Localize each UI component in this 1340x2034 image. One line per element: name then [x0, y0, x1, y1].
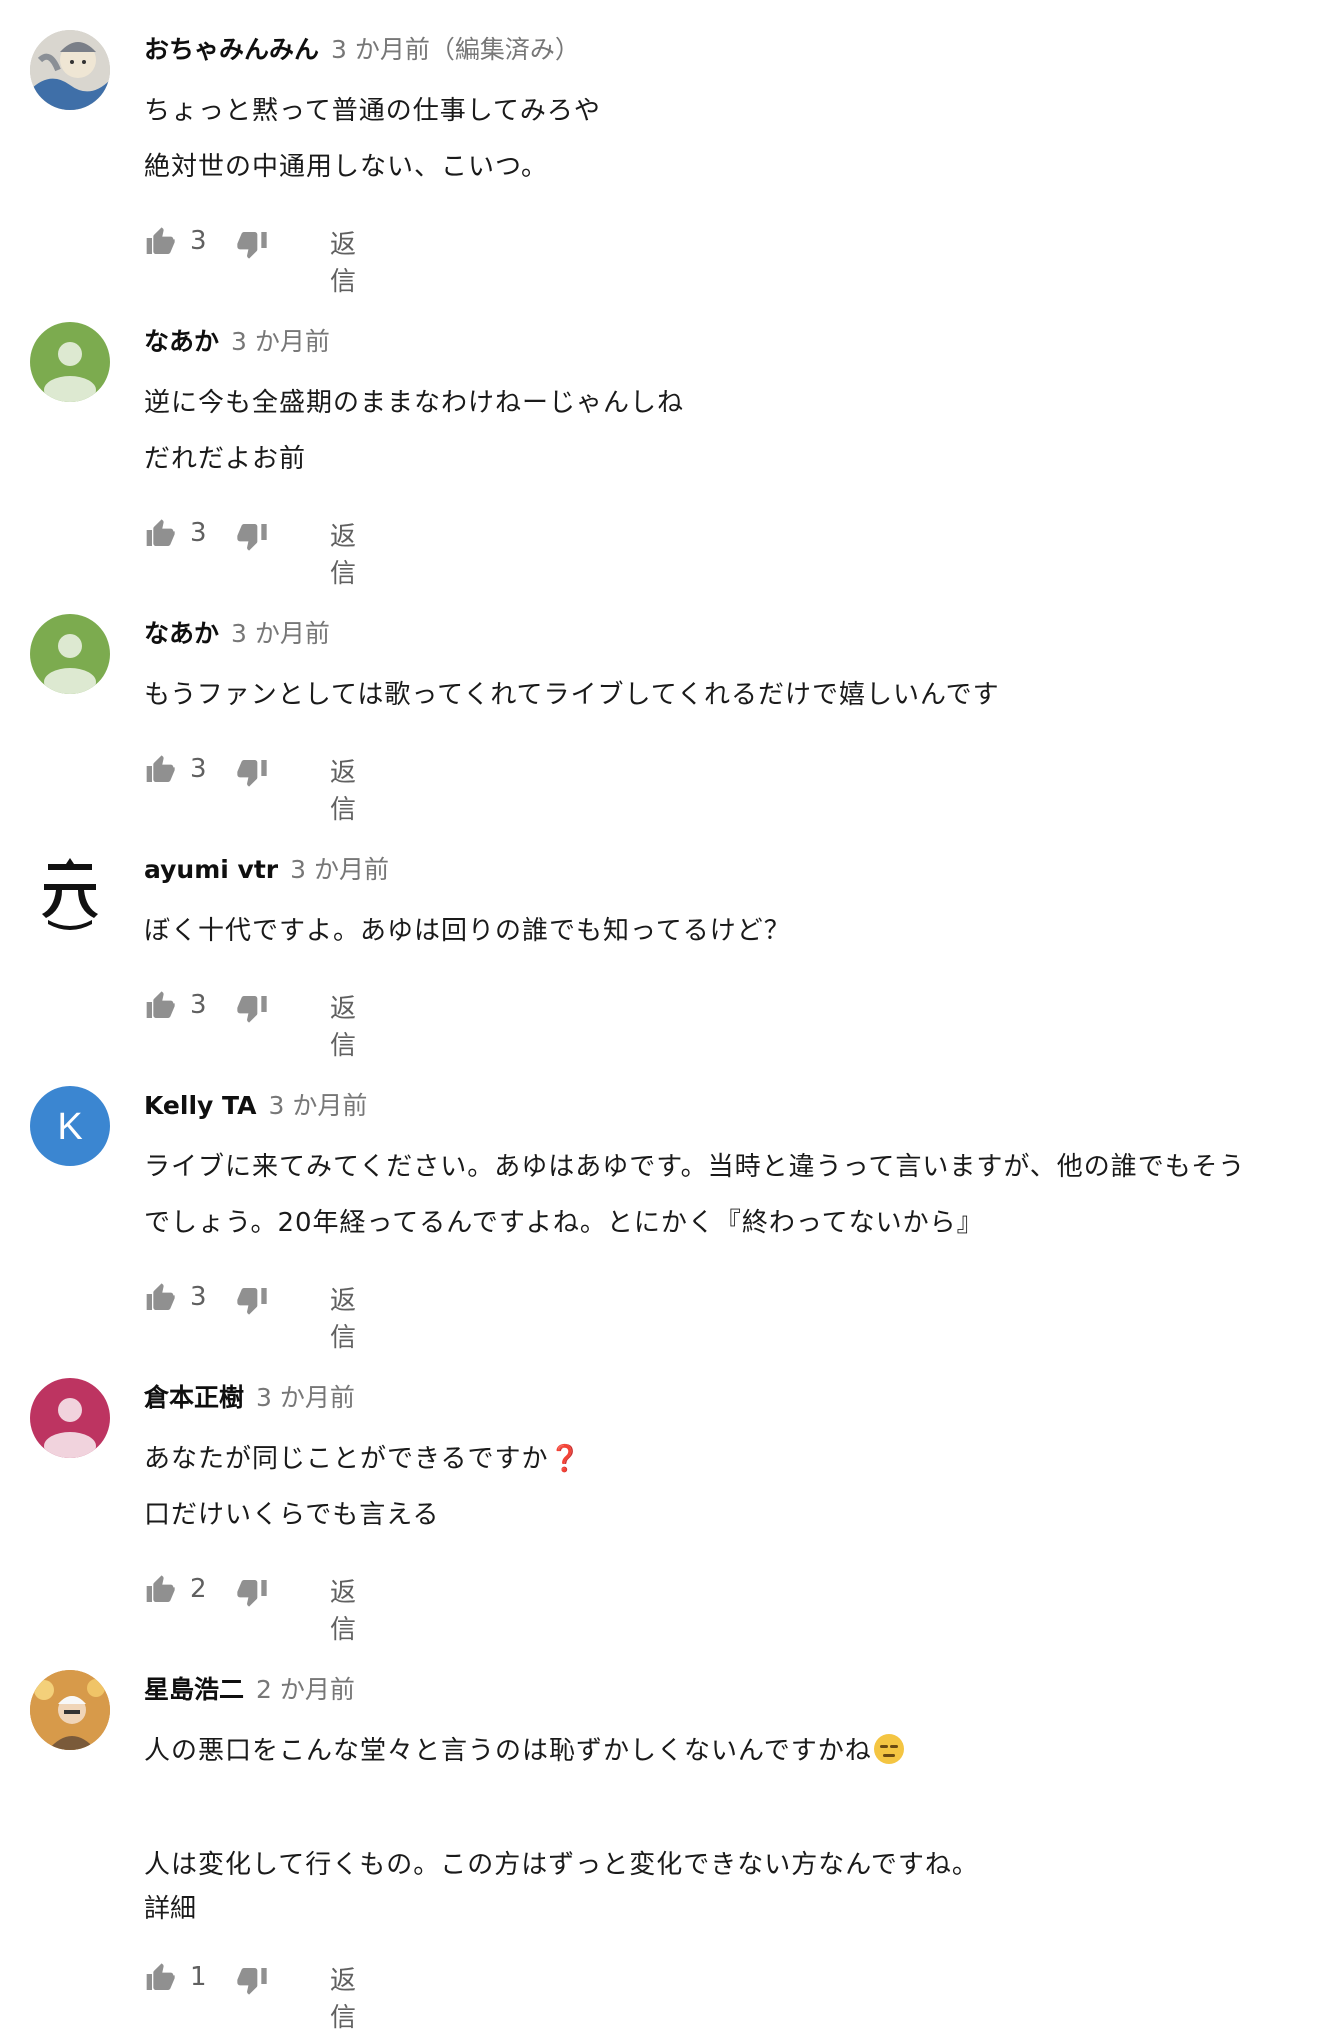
thumbs-down-icon[interactable] — [236, 1576, 268, 1608]
author-avatar[interactable] — [30, 614, 110, 694]
like-count: 1 — [190, 1962, 207, 1992]
comment-thread-item: 星島浩二 2 か月前 人の悪口をこんな堂々と言うのは恥ずかしくないんですかね 人は… — [0, 1660, 1340, 2033]
thumbs-up-icon[interactable] — [144, 518, 176, 550]
reply-button[interactable]: 返信 — [330, 516, 356, 590]
comment-text-line: でしょう。20年経ってるんですよね。とにかく『終わってないから』 — [144, 1208, 984, 1238]
comment-time[interactable]: 3 か月前 — [269, 1091, 368, 1120]
comment-header: 倉本正樹 3 か月前 — [144, 1378, 355, 1414]
comment-text-line: 絶対世の中通用しない、こいつ。 — [144, 152, 548, 182]
comment-text: あなたが同じことができるですか — [144, 1444, 549, 1474]
author-name[interactable]: おちゃみんみん — [144, 35, 319, 64]
thumbs-up-icon[interactable] — [144, 1282, 176, 1314]
comment-time[interactable]: 3 か月前 — [256, 1383, 355, 1412]
default-avatar-icon — [44, 342, 96, 402]
comment-header: おちゃみんみん 3 か月前（編集済み） — [144, 30, 580, 66]
read-more-link[interactable]: 詳細 — [144, 1888, 196, 1925]
reply-button[interactable]: 返信 — [330, 1280, 356, 1354]
author-name[interactable]: ayumi vtr — [144, 855, 278, 884]
reply-button[interactable]: 返信 — [330, 224, 356, 298]
letter-avatar-icon: K — [57, 1106, 82, 1148]
comment-time[interactable]: 3 か月前 — [231, 327, 330, 356]
comment-text-line: ぼく十代ですよ。あゆは回りの誰でも知ってるけど？ — [144, 916, 791, 946]
reply-button[interactable]: 返信 — [330, 1572, 356, 1646]
illustration-avatar-icon — [30, 30, 110, 110]
comment-thread-item: K Kelly TA 3 か月前 ライブに来てみてください。あゆはあゆです。当時と… — [0, 1076, 1340, 1353]
author-name[interactable]: Kelly TA — [144, 1091, 257, 1120]
comment-header: Kelly TA 3 か月前 — [144, 1086, 367, 1122]
default-avatar-icon — [44, 634, 96, 694]
comment-header: なあか 3 か月前 — [144, 322, 330, 358]
like-count: 3 — [190, 754, 207, 784]
thumbs-down-icon[interactable] — [236, 228, 268, 260]
avatar-letter: K — [57, 1106, 82, 1148]
thumbs-down-icon[interactable] — [236, 756, 268, 788]
reply-button[interactable]: 返信 — [330, 988, 356, 1062]
expressionless-face-icon — [873, 1734, 904, 1764]
author-avatar[interactable] — [30, 850, 110, 930]
comment-text-line: ちょっと黙って普通の仕事してみろや — [144, 96, 601, 126]
author-name[interactable]: 倉本正樹 — [144, 1383, 244, 1412]
thumbs-down-icon[interactable] — [236, 992, 268, 1024]
thumbs-up-icon[interactable] — [144, 226, 176, 258]
comment-time[interactable]: 3 か月前（編集済み） — [331, 35, 580, 64]
thumbs-up-icon[interactable] — [144, 1574, 176, 1606]
comment-text-line: 人は変化して行くもの。この方はずっと変化できない方なんですね。 — [144, 1850, 979, 1880]
author-name[interactable]: 星島浩二 — [144, 1675, 244, 1704]
like-count: 3 — [190, 226, 207, 256]
comment-text-line: もうファンとしては歌ってくれてライブしてくれるだけで嬉しいんです — [144, 680, 1000, 710]
comment-text-line: あなたが同じことができるですか❓ — [144, 1438, 582, 1475]
comment-text-line: 口だけいくらでも言える — [144, 1500, 440, 1530]
comment-thread-item: なあか 3 か月前 もうファンとしては歌ってくれてライブしてくれるだけで嬉しいんで… — [0, 604, 1340, 825]
comment-text-line: ライブに来てみてください。あゆはあゆです。当時と違うって言いますが、他の誰でもそ… — [144, 1152, 1246, 1182]
ayu-logo-icon — [42, 858, 98, 930]
comment-header: ayumi vtr 3 か月前 — [144, 850, 389, 886]
comment-text-line: 逆に今も全盛期のままなわけねーじゃんしね — [144, 388, 685, 418]
like-count: 3 — [190, 518, 207, 548]
comment-text: 人の悪口をこんな堂々と言うのは恥ずかしくないんですかね — [144, 1736, 872, 1766]
author-avatar[interactable] — [30, 30, 110, 110]
comment-header: 星島浩二 2 か月前 — [144, 1670, 355, 1706]
thumbs-up-icon[interactable] — [144, 754, 176, 786]
thumbs-up-icon[interactable] — [144, 990, 176, 1022]
comment-thread-item: 倉本正樹 3 か月前 あなたが同じことができるですか❓ 口だけいくらでも言える 2… — [0, 1368, 1340, 1645]
author-name[interactable]: なあか — [144, 327, 219, 356]
thumbs-down-icon[interactable] — [236, 1964, 268, 1996]
comment-text-line: だれだよお前 — [144, 444, 307, 474]
author-avatar[interactable] — [30, 322, 110, 402]
comment-time[interactable]: 3 か月前 — [290, 855, 389, 884]
comment-header: なあか 3 か月前 — [144, 614, 330, 650]
reply-button[interactable]: 返信 — [330, 752, 356, 826]
author-name[interactable]: なあか — [144, 619, 219, 648]
reply-button[interactable]: 返信 — [330, 1960, 356, 2034]
like-count: 3 — [190, 990, 207, 1020]
author-avatar[interactable] — [30, 1378, 110, 1458]
default-avatar-icon — [44, 1398, 96, 1458]
thumbs-down-icon[interactable] — [236, 1284, 268, 1316]
like-count: 3 — [190, 1282, 207, 1312]
comment-thread-item: おちゃみんみん 3 か月前（編集済み） ちょっと黙って普通の仕事してみろや 絶対世… — [0, 20, 1340, 297]
thumbs-up-icon[interactable] — [144, 1962, 176, 1994]
photo-avatar-icon — [30, 1670, 110, 1750]
comment-thread-item: ayumi vtr 3 か月前 ぼく十代ですよ。あゆは回りの誰でも知ってるけど？ … — [0, 840, 1340, 1061]
comment-time[interactable]: 2 か月前 — [256, 1675, 355, 1704]
author-avatar[interactable] — [30, 1670, 110, 1750]
comment-thread-item: なあか 3 か月前 逆に今も全盛期のままなわけねーじゃんしね だれだよお前 3 返… — [0, 312, 1340, 589]
thumbs-down-icon[interactable] — [236, 520, 268, 552]
author-avatar[interactable]: K — [30, 1086, 110, 1166]
comment-time[interactable]: 3 か月前 — [231, 619, 330, 648]
like-count: 2 — [190, 1574, 207, 1604]
comment-text-line: 人の悪口をこんな堂々と言うのは恥ずかしくないんですかね — [144, 1730, 904, 1767]
red-question-mark-icon: ❓ — [548, 1444, 582, 1474]
